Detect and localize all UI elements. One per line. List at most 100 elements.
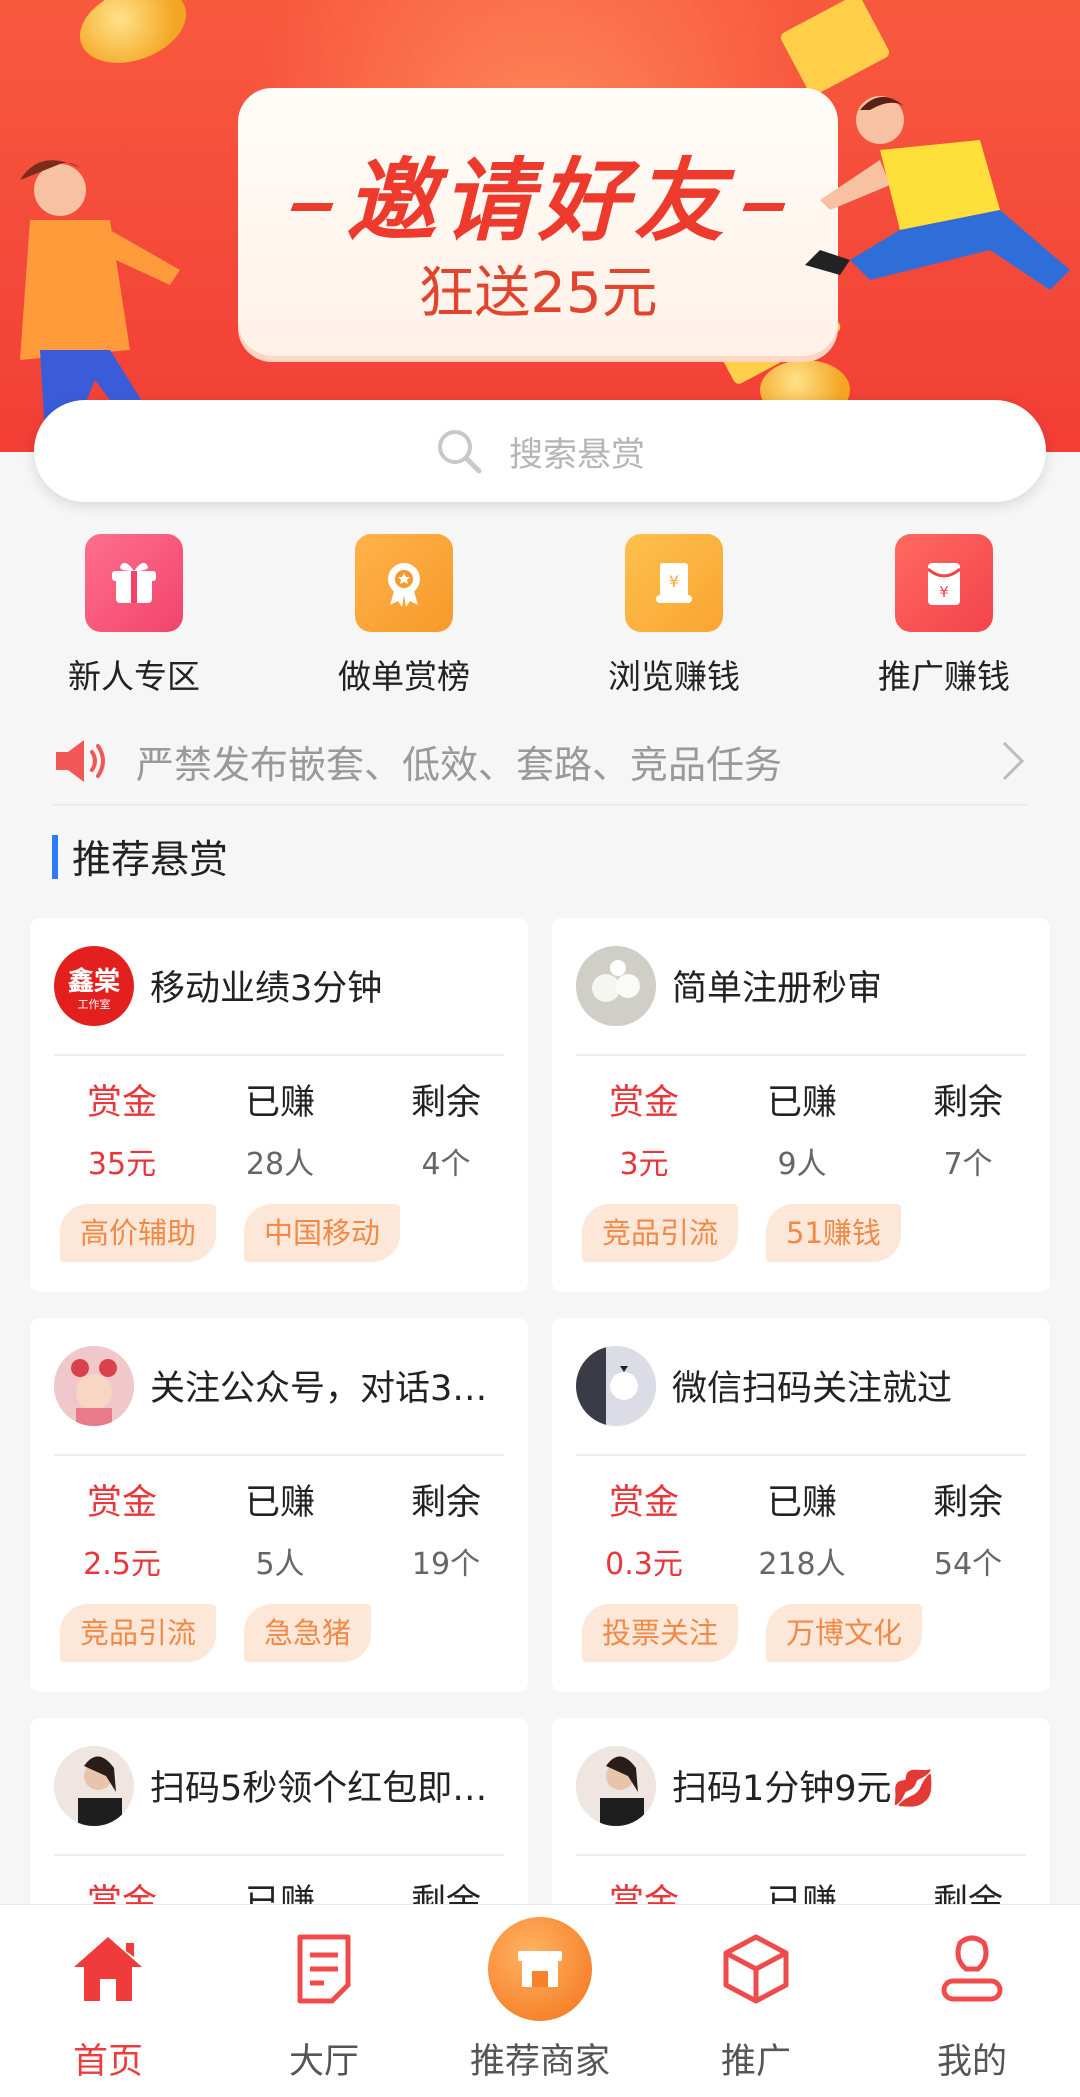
task-title: 扫码5秒领个红包即… (150, 1769, 488, 1809)
stat-value: 4个 (421, 1147, 471, 1182)
task-title: 移动业绩3分钟 (150, 969, 383, 1009)
tag: 竞品引流 (60, 1604, 217, 1662)
stat-value: 28人 (245, 1147, 315, 1182)
stat-reward: 赏金 0.3元 (574, 1474, 714, 1583)
stat-earned: 已赚 5人 (210, 1474, 350, 1583)
tag: 竞品引流 (582, 1204, 739, 1262)
search-placeholder: 搜索悬赏 (509, 434, 645, 475)
stat-label: 赏金 (608, 1083, 679, 1123)
divider (54, 1054, 504, 1056)
tag-list: 竞品引流 51赚钱 (582, 1204, 929, 1262)
document-icon (297, 1934, 351, 2004)
divider (576, 1054, 1026, 1056)
stat-remaining: 剩余 54个 (898, 1474, 1038, 1583)
stat-value: 218人 (758, 1547, 846, 1582)
task-card[interactable]: 关注公众号，对话3… 赏金 2.5元 已赚 5人 剩余 19个 竞品引流 急急猪 (30, 1318, 528, 1692)
stat-reward: 赏金 35元 (52, 1074, 192, 1183)
tab-label: 推荐商家 (469, 2042, 610, 2082)
tab-label: 我的 (936, 2042, 1007, 2082)
stat-remaining: 剩余 4个 (376, 1074, 516, 1183)
avatar (576, 1346, 656, 1426)
avatar (54, 1746, 134, 1826)
invite-banner[interactable]: 邀请好友 狂送25元 (0, 0, 1080, 452)
quick-item-browse-earn[interactable]: ¥ 浏览赚钱 (574, 534, 774, 698)
task-card[interactable]: 微信扫码关注就过 赏金 0.3元 已赚 218人 剩余 54个 投票关注 万博文化 (552, 1318, 1050, 1692)
avatar (576, 1746, 656, 1826)
speaker-icon (56, 740, 105, 782)
quick-item-newcomer[interactable]: 新人专区 (34, 534, 234, 698)
cube-icon (723, 1934, 789, 2004)
stat-value: 54个 (933, 1547, 1003, 1582)
stat-value: 7个 (943, 1147, 993, 1182)
quick-item-leaderboard[interactable]: 做单赏榜 (304, 534, 504, 698)
task-title: 简单注册秒审 (672, 969, 883, 1009)
stat-earned: 已赚 218人 (732, 1474, 872, 1583)
notice-text: 严禁发布嵌套、低效、套路、竞品任务 (136, 742, 783, 787)
svg-text:鑫棠: 鑫棠 (68, 966, 121, 997)
bottom-tab-bar: 首页 大厅 推荐商家 推广 我的 (0, 1904, 1080, 2097)
chevron-right-icon (1002, 741, 1025, 781)
stat-label: 赏金 (86, 1083, 157, 1123)
stat-label: 剩余 (932, 1483, 1003, 1523)
tab-home[interactable]: 首页 (0, 1905, 216, 2097)
home-icon (74, 1937, 142, 2001)
task-title: 关注公众号，对话3… (150, 1369, 488, 1409)
tab-hall[interactable]: 大厅 (216, 1905, 432, 2097)
tab-promote[interactable]: 推广 (648, 1905, 864, 2097)
user-icon (941, 1935, 1003, 2002)
section-header: 推荐悬赏 (52, 834, 228, 883)
woman-illustration (20, 160, 180, 440)
banner-title: 邀请好友 (238, 128, 838, 258)
tab-label: 首页 (72, 2042, 143, 2082)
svg-text:¥: ¥ (939, 583, 949, 601)
stat-label: 剩余 (410, 1083, 481, 1123)
red-envelope-icon: ¥ (895, 534, 993, 632)
section-title: 推荐悬赏 (72, 838, 229, 883)
tab-mine[interactable]: 我的 (864, 1905, 1080, 2097)
divider (54, 1854, 504, 1856)
medal-icon (355, 534, 453, 632)
divider (54, 1454, 504, 1456)
avatar: 鑫棠 工作室 (54, 946, 134, 1026)
tag: 中国移动 (244, 1204, 401, 1262)
tab-label: 推广 (720, 2042, 791, 2082)
tag: 万博文化 (766, 1604, 923, 1662)
section-accent-bar (52, 835, 58, 879)
quick-item-promote-earn[interactable]: ¥ 推广赚钱 (844, 534, 1044, 698)
stat-label: 已赚 (766, 1483, 837, 1523)
task-card[interactable]: 鑫棠 工作室 移动业绩3分钟 赏金 35元 已赚 28人 剩余 4个 高价辅助 中国移动 (30, 918, 528, 1292)
avatar (576, 946, 656, 1026)
stat-reward: 赏金 3元 (574, 1074, 714, 1183)
scroll-icon: ¥ (625, 534, 723, 632)
tag: 急急猪 (244, 1604, 372, 1662)
gift-icon (85, 534, 183, 632)
store-icon (488, 1917, 592, 2021)
tag-list: 高价辅助 中国移动 (60, 1204, 428, 1262)
task-card[interactable]: 简单注册秒审 赏金 3元 已赚 9人 剩余 7个 竞品引流 51赚钱 (552, 918, 1050, 1292)
tag: 投票关注 (582, 1604, 739, 1662)
tag-list: 投票关注 万博文化 (582, 1604, 950, 1662)
tag: 高价辅助 (60, 1204, 217, 1262)
search-icon (438, 430, 482, 474)
quick-label: 新人专区 (68, 657, 200, 696)
quick-menu: 新人专区 做单赏榜 ¥ 浏览赚钱 ¥ 推广赚钱 (0, 534, 1080, 696)
search-bar[interactable]: 搜索悬赏 (34, 400, 1046, 502)
stat-label: 剩余 (410, 1483, 481, 1523)
stat-value: 35元 (87, 1147, 157, 1182)
coin-decoration (69, 0, 197, 77)
stat-label: 剩余 (932, 1083, 1003, 1123)
notice-bar[interactable]: 严禁发布嵌套、低效、套路、竞品任务 (52, 718, 1028, 806)
tag: 51赚钱 (766, 1204, 901, 1262)
tab-recommended-merchants[interactable]: 推荐商家 (432, 1905, 648, 2097)
stat-label: 已赚 (244, 1483, 315, 1523)
stat-remaining: 剩余 7个 (898, 1074, 1038, 1183)
avatar (54, 1346, 134, 1426)
quick-label: 做单赏榜 (338, 657, 470, 696)
divider (576, 1854, 1026, 1856)
stat-value: 2.5元 (83, 1547, 161, 1582)
task-title: 微信扫码关注就过 (672, 1369, 953, 1409)
stat-earned: 已赚 9人 (732, 1074, 872, 1183)
stat-value: 9人 (777, 1147, 827, 1182)
banner-subtitle: 狂送25元 (418, 261, 658, 326)
stat-label: 赏金 (86, 1483, 157, 1523)
